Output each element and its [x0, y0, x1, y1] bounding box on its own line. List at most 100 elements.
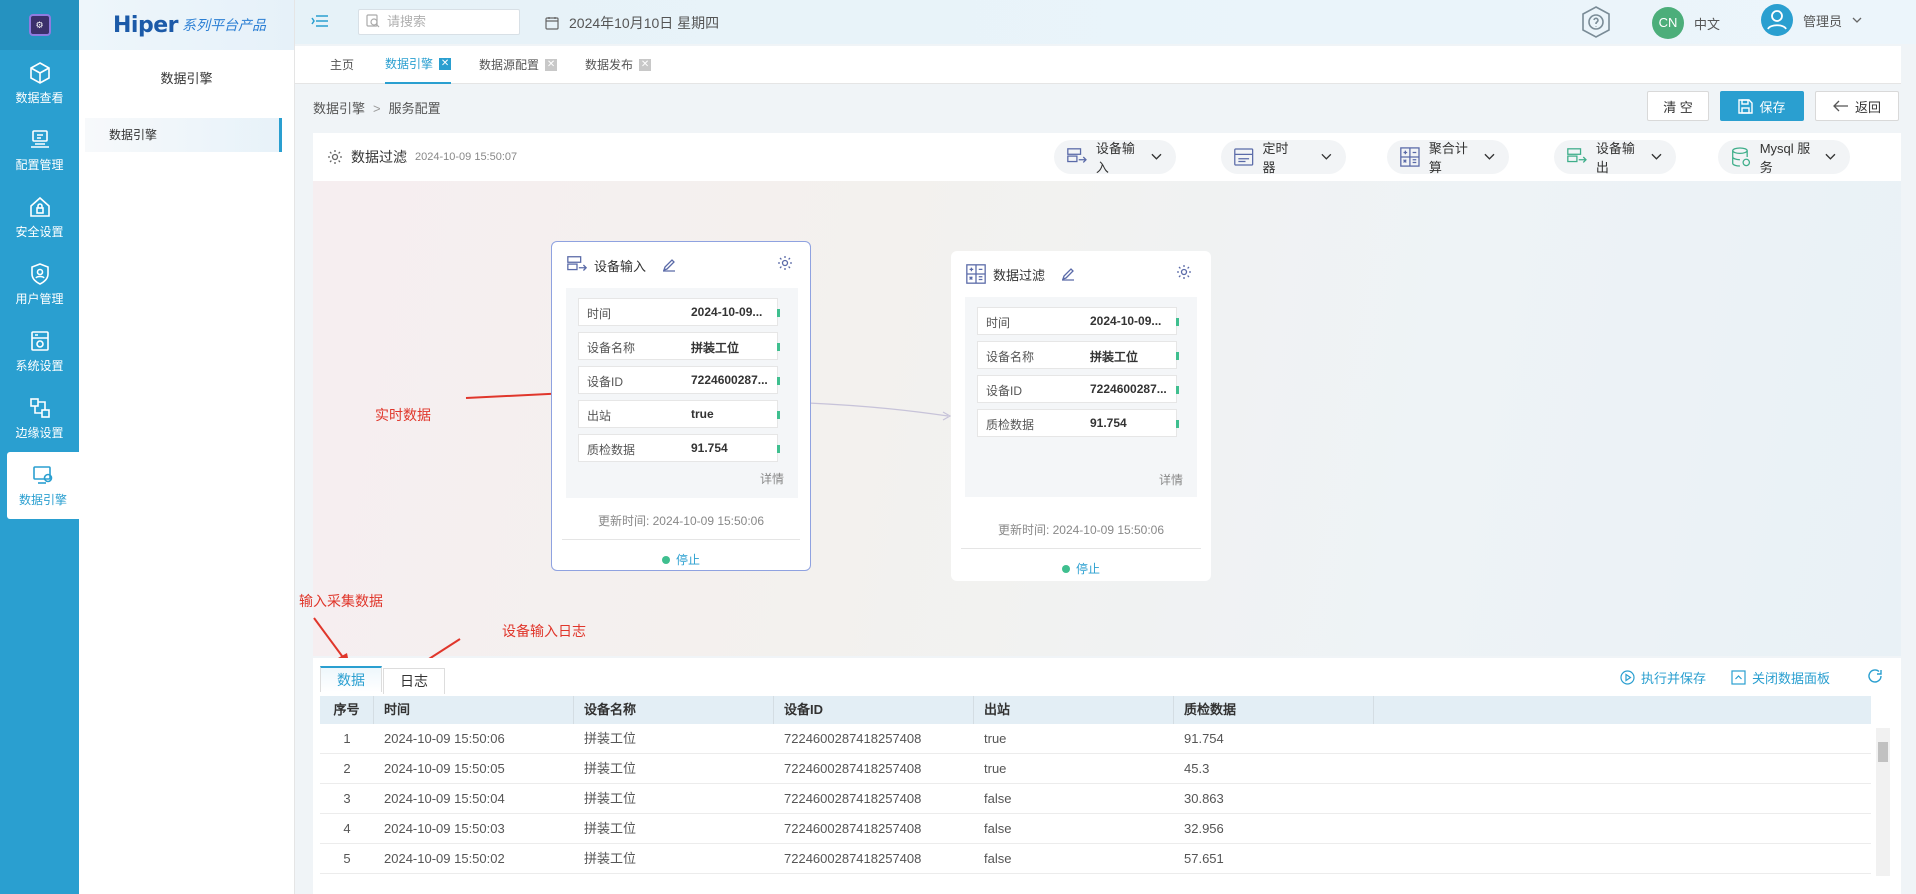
cell: 4	[343, 821, 351, 836]
column-header[interactable]: 设备名称	[574, 696, 774, 724]
save-button[interactable]: 保存	[1720, 91, 1804, 121]
output-port[interactable]	[1176, 352, 1179, 360]
tab-label: 数据发布	[585, 58, 634, 72]
cell: 57.651	[1184, 851, 1224, 866]
table-row[interactable]: 2 2024-10-09 15:50:05 拼装工位 7224600287418257…	[320, 754, 1871, 784]
rail-item-users[interactable]: 用户管理	[0, 251, 79, 318]
rail-item-data-view[interactable]: 数据查看	[0, 50, 79, 117]
rail-item-data-engine[interactable]: 数据引擎	[7, 452, 79, 519]
node-data-filter[interactable]: 数据过滤 时间 2024-10-09... 设备名称 拼装工位 设备ID 722460…	[951, 251, 1211, 581]
page-tabs: 主页 数据引擎 ✕ 数据源配置 ✕ 数据发布 ✕	[295, 46, 1901, 84]
divider	[961, 548, 1201, 549]
table-row[interactable]: 5 2024-10-09 15:50:02 拼装工位 7224600287418257…	[320, 844, 1871, 874]
table-row[interactable]: 1 2024-10-09 15:50:06 拼装工位 7224600287418257…	[320, 724, 1871, 754]
toolbox-timer[interactable]: 定时器	[1221, 140, 1346, 175]
tab-label: 数据源配置	[479, 58, 540, 72]
column-header[interactable]: 出站	[974, 696, 1174, 724]
details-link[interactable]: 详情	[760, 470, 784, 487]
field-key: 出站	[587, 409, 612, 423]
menu-toggle-icon[interactable]	[311, 13, 329, 29]
cell: 32.956	[1184, 821, 1224, 836]
rail-item-config[interactable]: 配置管理	[0, 117, 79, 184]
close-icon[interactable]: ✕	[545, 59, 558, 71]
field-value: 拼装工位	[1090, 350, 1139, 364]
save-label: 保存	[1759, 99, 1786, 115]
toolbox-aggregate[interactable]: 聚合计算	[1387, 140, 1509, 175]
status-indicator[interactable]: 停止	[552, 551, 810, 568]
save-icon	[1738, 98, 1754, 114]
node-header: 数据过滤	[965, 263, 1075, 285]
refresh-icon[interactable]	[1867, 668, 1883, 684]
clear-label: 清 空	[1663, 99, 1693, 115]
node-fields: 时间 2024-10-09... 设备名称 拼装工位 设备ID 7224600287.…	[566, 288, 798, 498]
user-menu[interactable]: 管理员	[1761, 4, 1862, 36]
status-indicator[interactable]: 停止	[951, 560, 1211, 577]
output-port[interactable]	[777, 343, 780, 351]
gear-icon[interactable]	[1176, 264, 1192, 280]
output-port[interactable]	[777, 411, 780, 419]
rail-label: 安全设置	[15, 225, 64, 239]
field-value: 7224600287...	[1090, 382, 1167, 396]
cell: 2024-10-09 15:50:05	[384, 761, 505, 776]
edit-icon[interactable]	[662, 258, 676, 272]
rail-item-system[interactable]: 系统设置	[0, 318, 79, 385]
close-icon[interactable]: ✕	[639, 59, 652, 71]
toolbox-device-input[interactable]: 设备输入	[1054, 140, 1176, 175]
close-panel-button[interactable]: 关闭数据面板	[1731, 668, 1830, 687]
output-port[interactable]	[777, 309, 780, 317]
output-port[interactable]	[1176, 420, 1179, 428]
output-port[interactable]	[777, 377, 780, 385]
tab-home[interactable]: 主页	[330, 46, 354, 84]
tab-label: 数据引擎	[385, 57, 434, 71]
breadcrumb-item[interactable]: 数据引擎	[313, 101, 365, 116]
close-icon[interactable]: ✕	[439, 58, 452, 70]
tab-data-publish[interactable]: 数据发布 ✕	[585, 46, 652, 84]
toolbox-mysql[interactable]: Mysql 服务	[1718, 140, 1850, 175]
cell: false	[984, 791, 1012, 806]
flow-timestamp: 2024-10-09 15:50:07	[415, 151, 518, 163]
flow-canvas[interactable]: 设备输入 时间 2024-10-09... 设备名称 拼装工位 设备ID 722460…	[313, 181, 1901, 656]
table-row[interactable]: 4 2024-10-09 15:50:03 拼装工位 7224600287418257…	[320, 814, 1871, 844]
output-port[interactable]	[777, 445, 780, 453]
node-device-input[interactable]: 设备输入 时间 2024-10-09... 设备名称 拼装工位 设备ID 722460…	[551, 241, 811, 571]
output-port[interactable]	[1176, 386, 1179, 394]
field-key: 质检数据	[986, 418, 1035, 432]
field-key: 设备ID	[587, 375, 624, 389]
column-header[interactable]: 序号	[320, 696, 374, 724]
gear-icon[interactable]	[327, 149, 343, 165]
output-port[interactable]	[1176, 318, 1179, 326]
app-logo[interactable]: ⚙	[0, 0, 79, 50]
table-row[interactable]: 3 2024-10-09 15:50:04 拼装工位 7224600287418257…	[320, 784, 1871, 814]
language-switch[interactable]: CN 中文	[1652, 7, 1720, 39]
sidebar-item-data-engine[interactable]: 数据引擎	[85, 118, 282, 152]
rail-item-security[interactable]: 安全设置	[0, 184, 79, 251]
rail-label: 数据查看	[15, 91, 64, 105]
details-link[interactable]: 详情	[1159, 471, 1183, 488]
edit-icon[interactable]	[1061, 267, 1075, 281]
rail-item-edge[interactable]: 边缘设置	[0, 385, 79, 452]
column-header[interactable]: 时间	[374, 696, 574, 724]
scrollbar-thumb[interactable]	[1878, 742, 1888, 762]
field-key: 质检数据	[587, 443, 636, 457]
toolbox-device-output[interactable]: 设备输出	[1554, 140, 1676, 175]
column-header[interactable]: 设备ID	[774, 696, 974, 724]
search-input[interactable]: 请搜索	[358, 9, 520, 35]
annotation-realtime: 实时数据	[375, 407, 431, 423]
help-icon[interactable]	[1578, 4, 1614, 40]
tab-data[interactable]: 数据	[320, 666, 382, 692]
back-button[interactable]: 返回	[1815, 91, 1899, 121]
clear-button[interactable]: 清 空	[1647, 91, 1709, 121]
run-save-button[interactable]: 执行并保存	[1620, 668, 1706, 687]
gear-icon[interactable]	[777, 255, 793, 271]
column-header[interactable]: 质检数据	[1174, 696, 1374, 724]
tab-datasource-config[interactable]: 数据源配置 ✕	[479, 46, 558, 84]
cell: 7224600287418257408	[784, 821, 922, 836]
arrow-left-icon	[1833, 100, 1848, 112]
annotation-input-data: 输入采集数据	[299, 593, 383, 609]
rail-label: 边缘设置	[15, 426, 64, 440]
table-scrollbar[interactable]	[1876, 728, 1890, 876]
device-output-icon	[1567, 148, 1587, 163]
tab-log[interactable]: 日志	[383, 668, 445, 694]
status-dot	[1061, 564, 1070, 573]
tab-data-engine[interactable]: 数据引擎 ✕	[385, 46, 452, 84]
